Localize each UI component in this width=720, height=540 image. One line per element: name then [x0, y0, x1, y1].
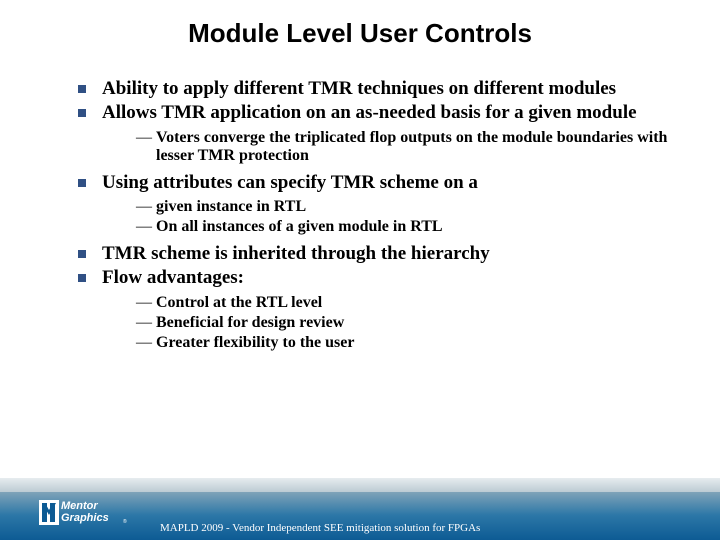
- footer-text: MAPLD 2009 - Vendor Independent SEE miti…: [160, 522, 480, 534]
- sub-bullet-item: Greater flexibility to the user: [136, 334, 690, 352]
- sub-bullet-list: Voters converge the triplicated flop out…: [136, 129, 690, 166]
- bullet-text: Allows TMR application on an as-needed b…: [102, 102, 637, 123]
- bullet-item: TMR scheme is inherited through the hier…: [78, 243, 690, 265]
- svg-text:Graphics: Graphics: [61, 512, 109, 524]
- sub-bullet-list: Control at the RTL level Beneficial for …: [136, 294, 690, 353]
- bullet-item: Allows TMR application on an as-needed b…: [78, 102, 690, 165]
- sub-bullet-item: On all instances of a given module in RT…: [136, 218, 690, 236]
- sub-bullet-text: Greater flexibility to the user: [156, 334, 354, 351]
- sub-bullet-text: Beneficial for design review: [156, 314, 344, 331]
- mentor-graphics-logo: Mentor Graphics ®: [38, 490, 130, 530]
- sub-bullet-text: On all instances of a given module in RT…: [156, 218, 443, 235]
- slide-body: Ability to apply different TMR technique…: [78, 78, 690, 359]
- svg-text:Mentor: Mentor: [61, 500, 98, 512]
- bullet-list: Ability to apply different TMR technique…: [78, 78, 690, 353]
- sub-bullet-text: Control at the RTL level: [156, 294, 322, 311]
- sub-bullet-item: Voters converge the triplicated flop out…: [136, 129, 690, 166]
- slide: Module Level User Controls Ability to ap…: [0, 0, 720, 540]
- svg-text:®: ®: [123, 518, 127, 525]
- bullet-text: Flow advantages:: [102, 267, 244, 288]
- sub-bullet-item: given instance in RTL: [136, 198, 690, 216]
- bullet-item: Using attributes can specify TMR scheme …: [78, 172, 690, 237]
- bullet-text: Using attributes can specify TMR scheme …: [102, 172, 478, 193]
- sub-bullet-list: given instance in RTL On all instances o…: [136, 198, 690, 237]
- sub-bullet-item: Beneficial for design review: [136, 314, 690, 332]
- bullet-text: Ability to apply different TMR technique…: [102, 78, 616, 99]
- slide-title: Module Level User Controls: [0, 0, 720, 49]
- sub-bullet-item: Control at the RTL level: [136, 294, 690, 312]
- sub-bullet-text: Voters converge the triplicated flop out…: [156, 129, 667, 164]
- bullet-item: Ability to apply different TMR technique…: [78, 78, 690, 100]
- bullet-item: Flow advantages: Control at the RTL leve…: [78, 267, 690, 353]
- sub-bullet-text: given instance in RTL: [156, 198, 306, 215]
- bullet-text: TMR scheme is inherited through the hier…: [102, 243, 490, 264]
